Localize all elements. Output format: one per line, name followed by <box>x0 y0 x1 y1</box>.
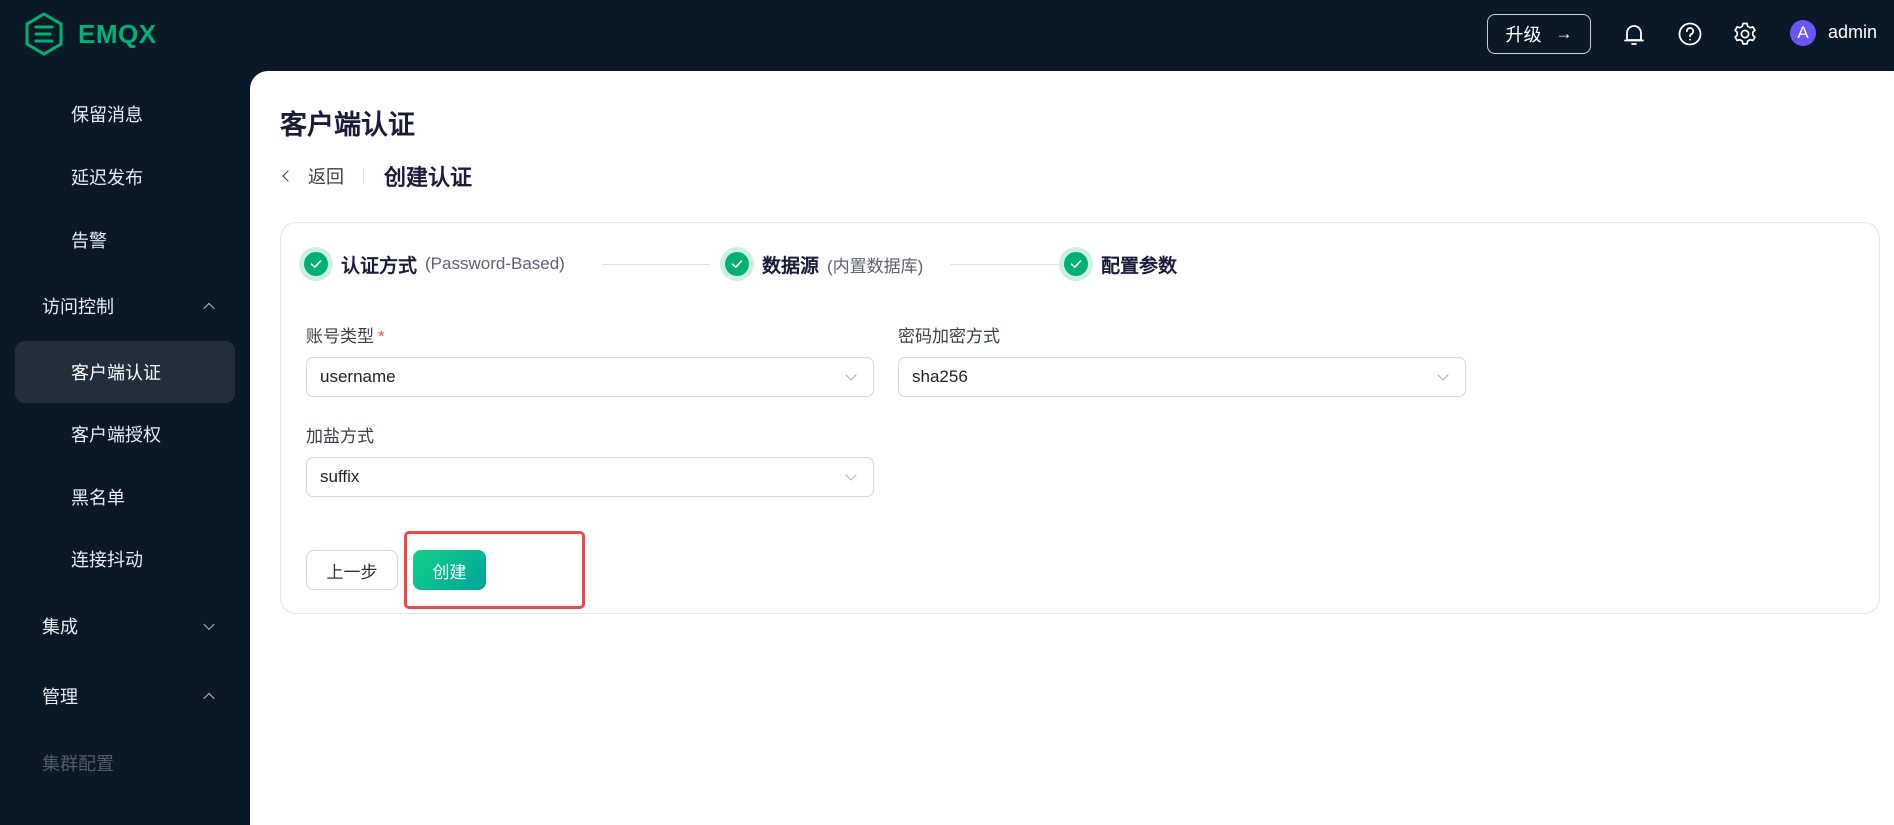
chevron-up-icon <box>203 302 215 315</box>
sidebar-item-label: 告警 <box>71 231 107 251</box>
sidebar-item-label: 客户端认证 <box>71 363 161 383</box>
step-data-source: 数据源 (内置数据库) <box>720 247 923 281</box>
username[interactable]: admin <box>1828 22 1877 43</box>
required-mark: * <box>378 327 385 346</box>
upgrade-label: 升级 <box>1505 25 1542 45</box>
sidebar-item-label: 集成 <box>42 617 78 637</box>
check-circle-icon <box>720 247 754 281</box>
sidebar-item-cluster-config[interactable]: 集群配置 <box>15 732 235 794</box>
sidebar-item-label: 管理 <box>42 687 78 707</box>
create-auth-card: 认证方式 (Password-Based) 数据源 (内置数据库) 配置参数 账… <box>280 222 1880 614</box>
sidebar-item-flapping-detect[interactable]: 连接抖动 <box>15 528 235 590</box>
step-desc: (Password-Based) <box>425 254 565 273</box>
arrow-right-icon: → <box>1555 24 1573 43</box>
breadcrumb-current: 创建认证 <box>384 165 473 190</box>
breadcrumb: 返回 创建认证 <box>280 163 473 190</box>
account-type-label: 账号类型 * <box>306 322 385 347</box>
sidebar-item-retained-messages[interactable]: 保留消息 <box>15 83 235 145</box>
salt-position-value: suffix <box>320 467 360 486</box>
account-type-label-text: 账号类型 <box>306 327 374 346</box>
sidebar-group-integration[interactable]: 集成 <box>15 595 235 657</box>
brand-name: EMQX <box>78 18 157 49</box>
bell-icon[interactable] <box>1620 20 1648 48</box>
chevron-down-icon <box>1437 369 1449 381</box>
prev-step-button[interactable]: 上一步 <box>306 550 398 590</box>
sidebar-item-label: 客户端授权 <box>71 425 161 445</box>
sidebar-item-label: 延迟发布 <box>71 168 143 188</box>
step-desc: (内置数据库) <box>827 256 924 276</box>
sidebar-item-label: 访问控制 <box>42 297 114 317</box>
create-button[interactable]: 创建 <box>413 550 486 590</box>
chevron-down-icon <box>845 369 857 381</box>
page-title: 客户端认证 <box>280 110 415 140</box>
sidebar-group-access-control[interactable]: 访问控制 <box>15 275 235 337</box>
chevron-down-icon <box>845 469 857 481</box>
account-type-value: username <box>320 367 396 386</box>
check-circle-icon <box>1059 247 1093 281</box>
sidebar-group-management[interactable]: 管理 <box>15 665 235 727</box>
back-label: 返回 <box>308 167 344 187</box>
salt-position-select[interactable]: suffix <box>306 457 874 497</box>
emqx-logo-icon <box>25 12 63 56</box>
step-config-params: 配置参数 <box>1059 247 1177 281</box>
password-hash-select[interactable]: sha256 <box>898 357 1466 397</box>
step-title: 数据源 <box>762 255 820 277</box>
check-circle-icon <box>299 247 333 281</box>
chevron-left-icon <box>282 170 294 182</box>
steps: 认证方式 (Password-Based) 数据源 (内置数据库) 配置参数 <box>299 247 1299 281</box>
top-header: EMQX 升级 → A admin <box>0 0 1894 71</box>
sidebar-item-label: 保留消息 <box>71 105 143 125</box>
sidebar-item-label: 集群配置 <box>42 754 114 774</box>
sidebar-item-client-authorization[interactable]: 客户端授权 <box>15 403 235 465</box>
avatar[interactable]: A <box>1790 20 1816 46</box>
sidebar-item-blacklist[interactable]: 黑名单 <box>15 466 235 528</box>
step-connector <box>602 264 710 265</box>
step-connector <box>950 264 1060 265</box>
chevron-down-icon <box>203 618 215 631</box>
sidebar: 保留消息 延迟发布 告警 访问控制 客户端认证 客户端授权 黑名单 连接抖动 集… <box>0 71 250 825</box>
step-title: 认证方式 <box>341 255 418 277</box>
chevron-up-icon <box>203 692 215 705</box>
logo[interactable]: EMQX <box>24 12 157 56</box>
upgrade-button[interactable]: 升级 → <box>1487 14 1591 54</box>
account-type-select[interactable]: username <box>306 357 874 397</box>
main-content: 客户端认证 返回 创建认证 认证方式 (Password-Based) 数据源 … <box>250 71 1894 825</box>
gear-icon[interactable] <box>1731 20 1759 48</box>
sidebar-item-alarms[interactable]: 告警 <box>15 209 235 271</box>
sidebar-item-label: 连接抖动 <box>71 550 143 570</box>
back-link[interactable]: 返回 <box>280 163 344 189</box>
sidebar-item-delayed-publish[interactable]: 延迟发布 <box>15 146 235 208</box>
salt-position-label: 加盐方式 <box>306 427 374 446</box>
step-title: 配置参数 <box>1101 255 1178 277</box>
sidebar-item-client-authentication[interactable]: 客户端认证 <box>15 341 235 403</box>
help-icon[interactable] <box>1676 20 1704 48</box>
password-hash-label: 密码加密方式 <box>898 327 1000 346</box>
sidebar-item-label: 黑名单 <box>71 488 125 508</box>
step-auth-method: 认证方式 (Password-Based) <box>299 247 565 281</box>
breadcrumb-divider <box>363 168 364 184</box>
password-hash-value: sha256 <box>912 367 968 386</box>
